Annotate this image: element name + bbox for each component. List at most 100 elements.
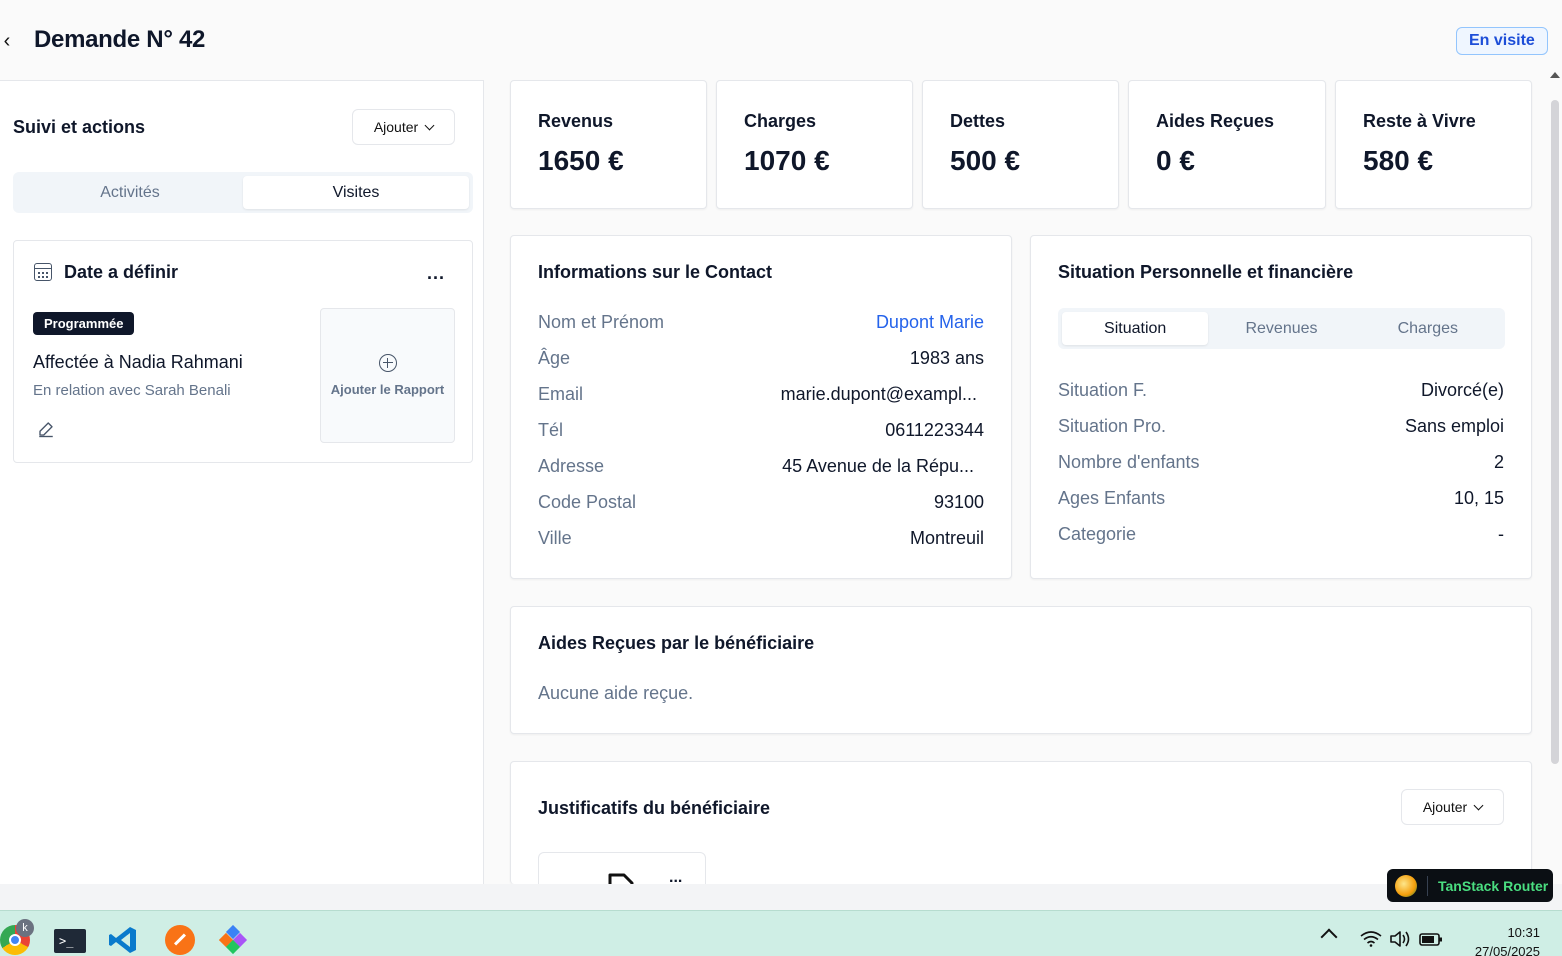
volume-icon[interactable] xyxy=(1389,930,1411,948)
document-card[interactable]: ... xyxy=(538,852,706,884)
tab-visites[interactable]: Visites xyxy=(243,176,469,209)
status-badge: En visite xyxy=(1456,27,1548,55)
situation-tabs: Situation Revenues Charges xyxy=(1058,308,1505,349)
contact-key: Email xyxy=(538,384,584,404)
contact-key: Adresse xyxy=(538,456,605,476)
situation-key: Ages Enfants xyxy=(1058,488,1166,508)
suivi-title: Suivi et actions xyxy=(13,117,146,137)
document-menu-button[interactable]: ... xyxy=(669,869,682,884)
contact-row: Nom et Prénom Dupont Marie xyxy=(538,312,984,333)
clock-time: 10:31 xyxy=(1507,925,1540,940)
system-clock[interactable]: 10:31 27/05/2025 xyxy=(1462,923,1540,956)
contact-row: Code Postal 93100 xyxy=(538,492,984,513)
situation-key: Situation F. xyxy=(1058,380,1148,400)
contact-card: Informations sur le Contact Nom et Préno… xyxy=(510,235,1012,579)
contact-title: Informations sur le Contact xyxy=(538,262,773,282)
contact-value: 93100 xyxy=(933,492,984,512)
contact-key: Âge xyxy=(538,348,571,368)
aides-card: Aides Reçues par le bénéficiaire Aucune … xyxy=(510,606,1532,734)
suivi-add-dropdown[interactable]: Ajouter xyxy=(352,109,455,145)
tanstack-label: TanStack Router xyxy=(1438,877,1549,894)
pencil-edit-icon[interactable] xyxy=(37,420,55,438)
justificatifs-card: Justificatifs du bénéficiaire Ajouter ..… xyxy=(510,761,1532,884)
justificatifs-add-dropdown[interactable]: Ajouter xyxy=(1401,789,1504,825)
contact-name-link[interactable]: Dupont Marie xyxy=(876,312,984,333)
calendar-icon xyxy=(34,263,52,281)
page-bottom-strip xyxy=(0,884,1562,910)
situation-row: Categorie - xyxy=(1058,524,1504,545)
back-chevron-icon[interactable]: ‹ xyxy=(0,30,14,52)
stat-card-reste: Reste à Vivre 580 € xyxy=(1335,80,1532,209)
contact-value: 1983 ans xyxy=(909,348,984,368)
contact-row: Ville Montreuil xyxy=(538,528,984,549)
os-taskbar: k >_ 10:31 27/05/2025 xyxy=(0,910,1562,956)
page-title: Demande N° 42 xyxy=(34,26,206,53)
tanstack-devtools-button[interactable]: TanStack Router xyxy=(1387,869,1553,902)
situation-value: - xyxy=(1498,524,1504,544)
scroll-up-arrow-icon[interactable] xyxy=(1550,72,1560,78)
contact-value: 45 Avenue de la Répu... xyxy=(782,456,974,476)
visit-assigned: Affectée à Nadia Rahmani xyxy=(33,352,243,372)
contact-key: Code Postal xyxy=(538,492,637,512)
visit-relation: En relation avec Sarah Benali xyxy=(33,382,231,399)
top-bar: ‹ Demande N° 42 En visite xyxy=(0,0,1562,80)
situation-value: 2 xyxy=(1493,452,1504,472)
vscode-icon[interactable] xyxy=(108,925,138,955)
stat-label: Aides Reçues xyxy=(1156,111,1275,131)
visit-menu-button[interactable]: ... xyxy=(427,263,445,284)
terminal-icon[interactable]: >_ xyxy=(54,929,86,953)
add-report-button[interactable]: Ajouter le Rapport xyxy=(320,308,455,443)
stat-card-dettes: Dettes 500 € xyxy=(922,80,1119,209)
situation-row: Situation F. Divorcé(e) xyxy=(1058,380,1504,401)
stat-card-revenus: Revenus 1650 € xyxy=(510,80,707,209)
contact-value: Montreuil xyxy=(909,528,984,548)
visit-card: Date a définir ... Programmée Affectée à… xyxy=(13,240,473,463)
situation-value: 10, 15 xyxy=(1453,488,1504,508)
situation-value: Divorcé(e) xyxy=(1420,380,1504,400)
stat-label: Dettes xyxy=(950,111,1006,131)
contact-value: marie.dupont@exampl... xyxy=(780,384,977,404)
tab-situation[interactable]: Situation xyxy=(1062,312,1209,345)
tab-revenues[interactable]: Revenues xyxy=(1208,312,1354,345)
clock-date: 27/05/2025 xyxy=(1474,944,1540,956)
situation-row: Ages Enfants 10, 15 xyxy=(1058,488,1504,509)
situation-row: Nombre d'enfants 2 xyxy=(1058,452,1504,473)
stat-card-charges: Charges 1070 € xyxy=(716,80,913,209)
profile-badge: k xyxy=(16,919,34,937)
situation-row: Situation Pro. Sans emploi xyxy=(1058,416,1504,437)
chrome-icon[interactable]: k xyxy=(0,919,34,955)
suivi-panel: Suivi et actions Ajouter Activités Visit… xyxy=(0,80,484,884)
contact-key: Tél xyxy=(538,420,564,440)
stat-label: Revenus xyxy=(538,111,614,131)
situation-value: Sans emploi xyxy=(1404,416,1504,436)
wifi-icon[interactable] xyxy=(1360,931,1382,947)
plus-circle-icon xyxy=(378,354,397,372)
contact-value: 0611223344 xyxy=(885,420,984,440)
suivi-add-label: Ajouter xyxy=(373,119,419,135)
contact-row: Âge 1983 ans xyxy=(538,348,984,369)
tab-activites[interactable]: Activités xyxy=(17,176,243,209)
stat-value: 500 € xyxy=(950,145,1021,176)
tab-charges[interactable]: Charges xyxy=(1355,312,1501,345)
aides-title: Aides Reçues par le bénéficiaire xyxy=(538,633,815,653)
app-diamond-icon[interactable] xyxy=(219,925,249,955)
divider xyxy=(1427,875,1428,896)
stat-value: 1650 € xyxy=(538,145,624,176)
chevron-down-icon xyxy=(424,120,435,130)
situation-title: Situation Personnelle et financière xyxy=(1058,262,1354,282)
stat-label: Charges xyxy=(744,111,817,131)
battery-icon[interactable] xyxy=(1419,931,1443,947)
tray-chevron-up-icon[interactable] xyxy=(1320,928,1338,946)
contact-key: Ville xyxy=(538,528,572,548)
chevron-down-icon xyxy=(1473,800,1484,810)
situation-key: Nombre d'enfants xyxy=(1058,452,1200,472)
stat-card-aides: Aides Reçues 0 € xyxy=(1128,80,1326,209)
scrollbar[interactable] xyxy=(1551,100,1559,764)
postman-icon[interactable] xyxy=(165,925,195,955)
justificatifs-title: Justificatifs du bénéficiaire xyxy=(538,798,771,818)
suivi-tabs: Activités Visites xyxy=(13,172,473,213)
contact-row: Email marie.dupont@exampl... xyxy=(538,384,977,405)
situation-card: Situation Personnelle et financière Situ… xyxy=(1030,235,1532,579)
stat-value: 0 € xyxy=(1156,145,1195,176)
contact-row: Adresse 45 Avenue de la Répu... xyxy=(538,456,974,477)
